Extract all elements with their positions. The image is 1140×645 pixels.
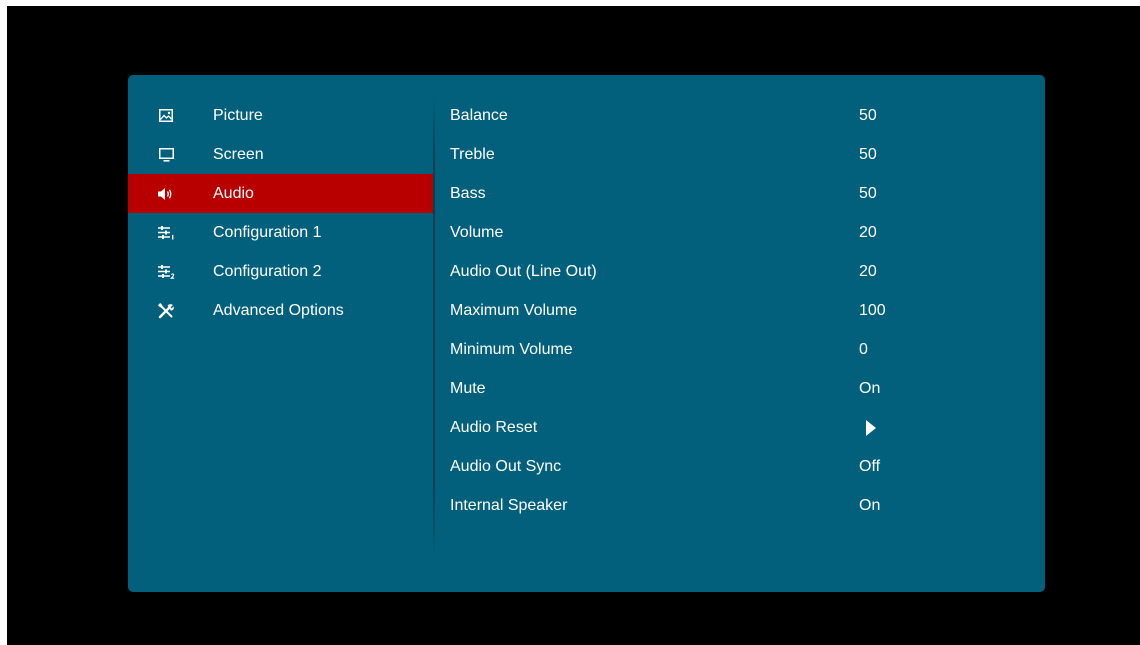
setting-row-internal-speaker[interactable]: Internal Speaker On bbox=[450, 486, 1010, 525]
sidebar-item-audio[interactable]: Audio bbox=[128, 174, 433, 213]
setting-label: Audio Out (Line Out) bbox=[450, 263, 597, 280]
setting-value: 0 bbox=[859, 341, 868, 358]
setting-label: Mute bbox=[450, 380, 486, 397]
setting-label: Volume bbox=[450, 224, 504, 241]
tv-screen: Picture Screen Audio Configuration 1 Con… bbox=[7, 6, 1140, 645]
sidebar-item-label: Picture bbox=[213, 107, 263, 124]
setting-value: 50 bbox=[859, 146, 877, 163]
setting-label: Maximum Volume bbox=[450, 302, 578, 319]
sidebar-item-screen[interactable]: Screen bbox=[128, 135, 433, 174]
setting-row-treble[interactable]: Treble 50 bbox=[450, 135, 1010, 174]
menu-sidebar: Picture Screen Audio Configuration 1 Con… bbox=[128, 75, 433, 592]
setting-row-volume[interactable]: Volume 20 bbox=[450, 213, 1010, 252]
sidebar-item-label: Configuration 1 bbox=[213, 224, 322, 241]
sidebar-item-label: Advanced Options bbox=[213, 302, 344, 319]
setting-label: Minimum Volume bbox=[450, 341, 573, 358]
setting-value: 20 bbox=[859, 263, 877, 280]
sliders-2-icon bbox=[156, 262, 176, 282]
setting-label: Audio Reset bbox=[450, 419, 538, 436]
setting-value: 100 bbox=[859, 302, 886, 319]
tools-icon bbox=[156, 301, 176, 321]
audio-settings-list: Balance 50 Treble 50 Bass 50 Volume 20 A… bbox=[450, 96, 1010, 525]
sliders-1-icon bbox=[156, 223, 176, 243]
sidebar-item-label: Configuration 2 bbox=[213, 263, 322, 280]
setting-label: Balance bbox=[450, 107, 508, 124]
setting-label: Internal Speaker bbox=[450, 497, 568, 514]
sidebar-item-configuration-1[interactable]: Configuration 1 bbox=[128, 213, 433, 252]
sidebar-item-advanced-options[interactable]: Advanced Options bbox=[128, 291, 433, 330]
sidebar-item-picture[interactable]: Picture bbox=[128, 96, 433, 135]
sidebar-item-label: Screen bbox=[213, 146, 264, 163]
setting-row-balance[interactable]: Balance 50 bbox=[450, 96, 1010, 135]
setting-value: 20 bbox=[859, 224, 877, 241]
picture-icon bbox=[156, 106, 176, 126]
settings-menu-panel: Picture Screen Audio Configuration 1 Con… bbox=[128, 75, 1045, 592]
setting-row-maximum-volume[interactable]: Maximum Volume 100 bbox=[450, 291, 1010, 330]
setting-row-audio-reset[interactable]: Audio Reset bbox=[450, 408, 1010, 447]
screen-icon bbox=[156, 145, 176, 165]
setting-value: On bbox=[859, 497, 881, 514]
setting-value: Off bbox=[859, 458, 881, 475]
setting-value: 50 bbox=[859, 185, 877, 202]
setting-value: On bbox=[859, 380, 881, 397]
sidebar-item-label: Audio bbox=[213, 185, 254, 202]
column-divider bbox=[433, 95, 435, 557]
setting-row-mute[interactable]: Mute On bbox=[450, 369, 1010, 408]
setting-label: Treble bbox=[450, 146, 495, 163]
sidebar-item-configuration-2[interactable]: Configuration 2 bbox=[128, 252, 433, 291]
setting-label: Audio Out Sync bbox=[450, 458, 562, 475]
setting-value: 50 bbox=[859, 107, 877, 124]
setting-row-audio-out-line-out[interactable]: Audio Out (Line Out) 20 bbox=[450, 252, 1010, 291]
arrow-right-icon[interactable] bbox=[866, 420, 876, 436]
setting-row-bass[interactable]: Bass 50 bbox=[450, 174, 1010, 213]
setting-row-minimum-volume[interactable]: Minimum Volume 0 bbox=[450, 330, 1010, 369]
setting-row-audio-out-sync[interactable]: Audio Out Sync Off bbox=[450, 447, 1010, 486]
speaker-icon bbox=[156, 184, 176, 204]
setting-label: Bass bbox=[450, 185, 486, 202]
